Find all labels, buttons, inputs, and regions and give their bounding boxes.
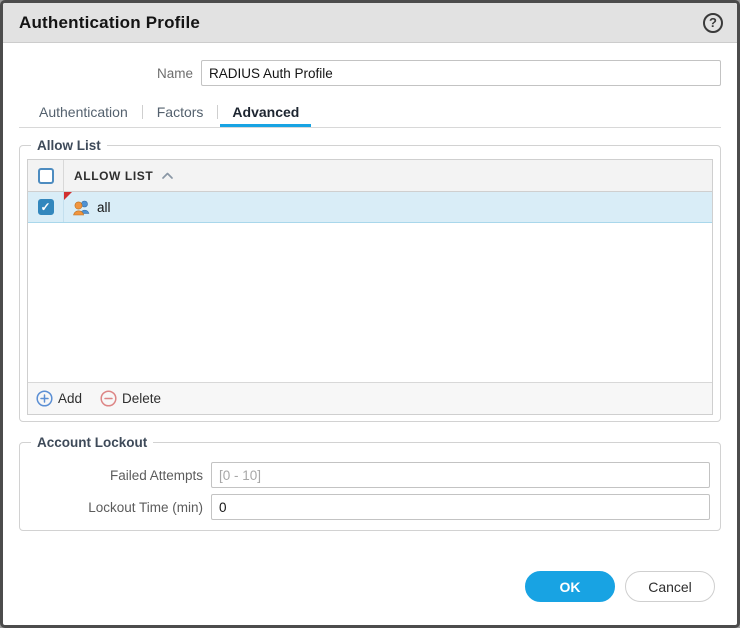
delete-label: Delete (122, 391, 161, 406)
name-row: Name (19, 60, 721, 86)
ok-button[interactable]: OK (525, 571, 615, 602)
account-lockout-fieldset: Account Lockout Failed Attempts Lockout … (19, 435, 721, 531)
allow-list-column-label: ALLOW LIST (74, 169, 153, 183)
modified-flag-icon (64, 192, 72, 200)
authentication-profile-dialog: Authentication Profile ? Name Authentica… (0, 0, 740, 628)
add-button[interactable]: Add (36, 390, 82, 407)
dialog-body: Name Authentication Factors Advanced All… (3, 43, 737, 625)
select-all-checkbox[interactable] (38, 168, 54, 184)
name-label: Name (19, 66, 201, 81)
row-content-cell: all (64, 192, 712, 222)
account-lockout-legend: Account Lockout (31, 435, 153, 450)
lockout-time-input[interactable] (211, 494, 710, 520)
dialog-titlebar: Authentication Profile ? (3, 3, 737, 43)
delete-icon (100, 390, 117, 407)
cancel-button[interactable]: Cancel (625, 571, 715, 602)
row-checkbox-cell: ✓ (28, 192, 64, 222)
table-footer: Add Delete (28, 382, 712, 414)
failed-attempts-label: Failed Attempts (27, 468, 211, 483)
tab-divider (142, 105, 143, 119)
tab-bar: Authentication Factors Advanced (19, 100, 721, 128)
allow-list-legend: Allow List (31, 138, 107, 153)
lockout-time-label: Lockout Time (min) (27, 500, 211, 515)
table-empty-area (28, 223, 712, 382)
sort-ascending-icon (161, 171, 174, 180)
help-icon[interactable]: ? (703, 13, 723, 33)
delete-button[interactable]: Delete (100, 390, 161, 407)
failed-attempts-row: Failed Attempts (27, 462, 710, 488)
users-icon (72, 199, 91, 216)
tab-authentication[interactable]: Authentication (27, 100, 140, 127)
name-input[interactable] (201, 60, 721, 86)
failed-attempts-input[interactable] (211, 462, 710, 488)
add-icon (36, 390, 53, 407)
allow-list-header-row: ALLOW LIST (28, 160, 712, 192)
dialog-footer: OK Cancel (19, 571, 721, 625)
allow-list-column-header[interactable]: ALLOW LIST (64, 160, 712, 191)
add-label: Add (58, 391, 82, 406)
allow-list-fieldset: Allow List ALLOW LIST (19, 138, 721, 422)
table-row-all[interactable]: ✓ all (28, 192, 712, 223)
dialog-title: Authentication Profile (19, 13, 200, 33)
tab-divider (217, 105, 218, 119)
lockout-time-row: Lockout Time (min) (27, 494, 710, 520)
allow-list-table: ALLOW LIST ✓ (27, 159, 713, 415)
row-label: all (97, 200, 111, 215)
tab-advanced[interactable]: Advanced (220, 100, 311, 127)
select-all-cell (28, 160, 64, 191)
tab-factors[interactable]: Factors (145, 100, 216, 127)
row-checkbox[interactable]: ✓ (38, 199, 54, 215)
